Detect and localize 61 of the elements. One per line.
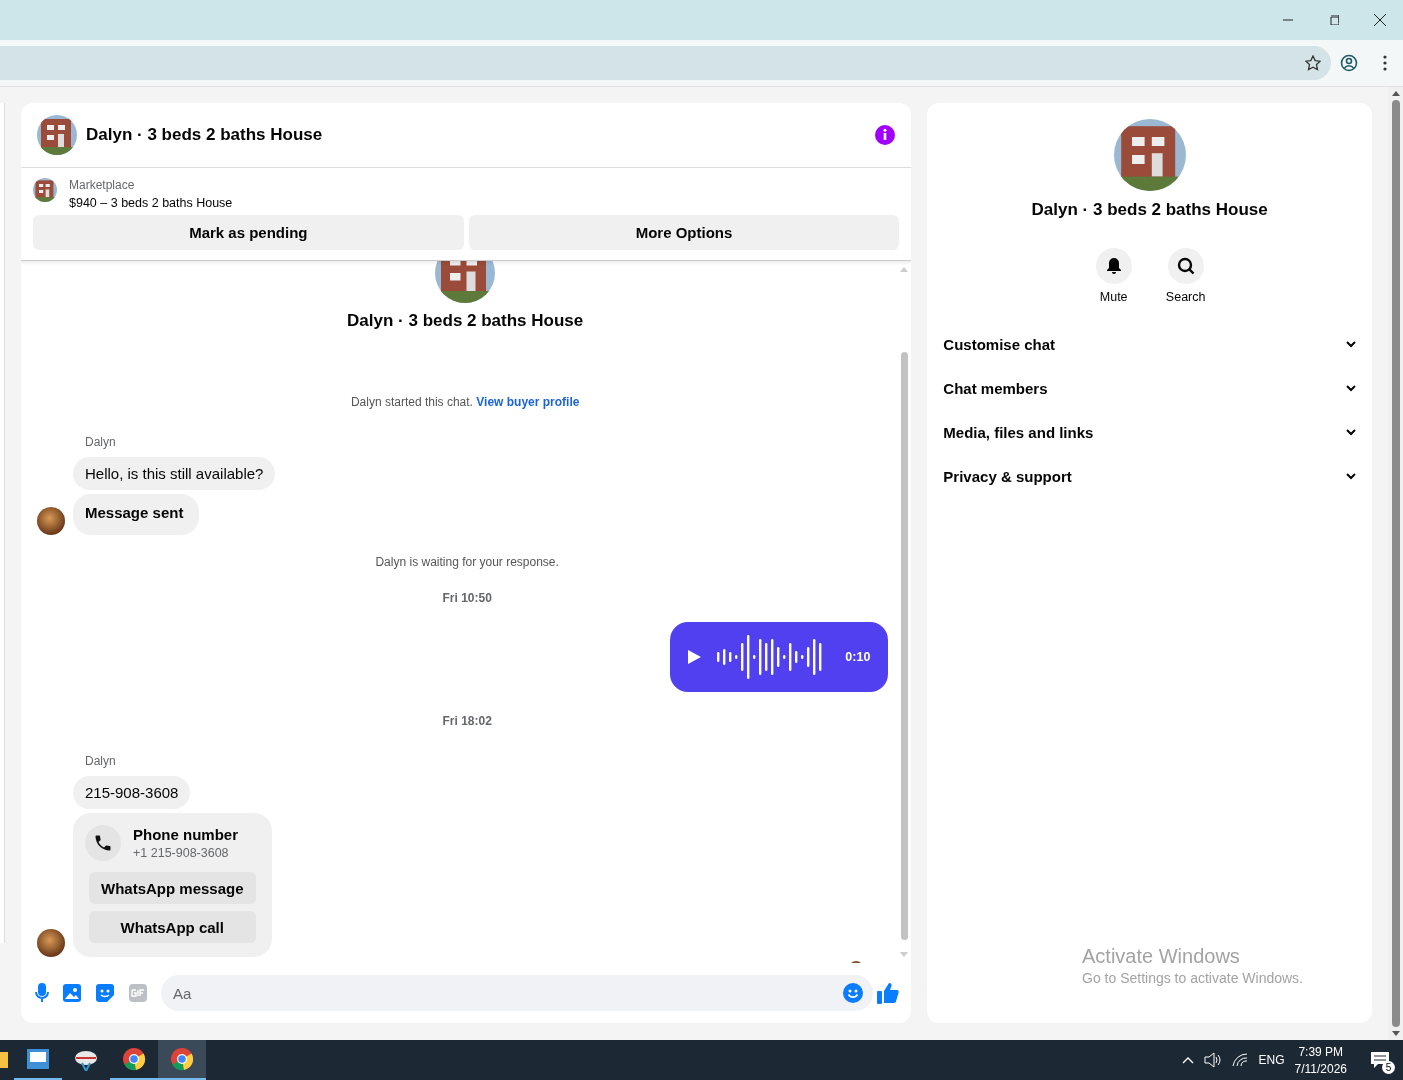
notification-count: 5 xyxy=(1382,1061,1395,1074)
listing-source: Marketplace xyxy=(69,178,136,192)
listing-title: $940 – 3 beds 2 baths House xyxy=(69,196,233,210)
status-notice: Dalyn is waiting for your response. xyxy=(374,555,560,569)
panel-section[interactable]: Customise chat xyxy=(935,322,1364,366)
chevron-icon xyxy=(1346,340,1356,348)
chat-start-notice: Dalyn started this chat. View buyer profile xyxy=(350,395,580,409)
message-bubble: Hello, is this still available? xyxy=(73,457,276,490)
contact-title: Phone number xyxy=(133,826,238,843)
close-icon[interactable] xyxy=(1374,14,1386,26)
sticker-icon[interactable] xyxy=(95,983,115,1003)
panel-action-button[interactable]: Search xyxy=(1165,248,1206,304)
image-icon[interactable] xyxy=(63,984,81,1002)
listing-action-button[interactable]: More Options xyxy=(468,215,900,250)
notification-button[interactable]: 5 xyxy=(1367,1047,1393,1073)
sender-name: Dalyn xyxy=(85,435,117,449)
bell-icon xyxy=(1095,248,1132,284)
emoji-icon[interactable] xyxy=(843,983,864,1003)
panel-action-button[interactable]: Mute xyxy=(1093,248,1134,304)
wifi-icon[interactable] xyxy=(1232,1053,1249,1067)
panel-section[interactable]: Privacy & support xyxy=(935,454,1364,498)
chevron-icon xyxy=(1346,472,1356,480)
star-icon[interactable] xyxy=(1305,55,1321,71)
page-scrollbar[interactable] xyxy=(1388,87,1403,1040)
message-bubble: 215-908-3608 xyxy=(73,776,191,809)
panel-section[interactable]: Chat members xyxy=(935,366,1364,410)
whatsapp-button[interactable]: WhatsApp message xyxy=(89,872,256,904)
search-icon xyxy=(1167,248,1204,284)
chevron-icon xyxy=(1346,384,1356,392)
play-icon[interactable] xyxy=(688,650,702,664)
timestamp: Fri 10:50 xyxy=(441,591,493,605)
restore-icon[interactable] xyxy=(1329,15,1339,25)
chat-title: Dalyn · 3 beds 2 baths House xyxy=(86,125,324,145)
watermark-subtitle: Go to Settings to activate Windows. xyxy=(1082,970,1303,986)
thumbs-up-icon[interactable] xyxy=(877,982,900,1004)
speaker-icon[interactable] xyxy=(1204,1052,1223,1068)
intro-title: Dalyn · 3 beds 2 baths House xyxy=(347,311,584,331)
language-indicator[interactable]: ENG xyxy=(1258,1053,1285,1067)
message-input[interactable]: Aa xyxy=(161,975,874,1011)
clock[interactable]: 7:39 PM 7/11/2026 xyxy=(1294,1044,1347,1076)
chrome-icon[interactable] xyxy=(158,1040,206,1080)
voice-duration: 0:10 xyxy=(845,650,871,664)
phone-number: +1 215-908-3608 xyxy=(133,846,230,860)
phone-icon xyxy=(85,825,121,861)
house-photo xyxy=(435,261,496,303)
voice-message[interactable]: 0:10 xyxy=(670,622,889,692)
chevron-icon[interactable] xyxy=(1182,1056,1195,1064)
message-bubble: Message sent xyxy=(73,494,200,535)
microphone-icon[interactable] xyxy=(35,983,49,1003)
chevron-icon xyxy=(1346,428,1356,436)
panel-section[interactable]: Media, files and links xyxy=(935,410,1364,454)
timestamp: Fri 18:02 xyxy=(441,714,493,728)
listing-action-button[interactable]: Mark as pending xyxy=(33,215,464,250)
watermark-title: Activate Windows xyxy=(1082,945,1241,968)
sender-name: Dalyn xyxy=(85,754,117,768)
buyer-profile-link[interactable]: View buyer profile xyxy=(476,395,580,409)
house-photo xyxy=(37,115,77,155)
whatsapp-button[interactable]: WhatsApp call xyxy=(89,911,256,943)
house-photo xyxy=(33,178,57,202)
contact-name: Dalyn · 3 beds 2 baths House xyxy=(1031,200,1268,220)
info-icon[interactable] xyxy=(875,125,896,145)
